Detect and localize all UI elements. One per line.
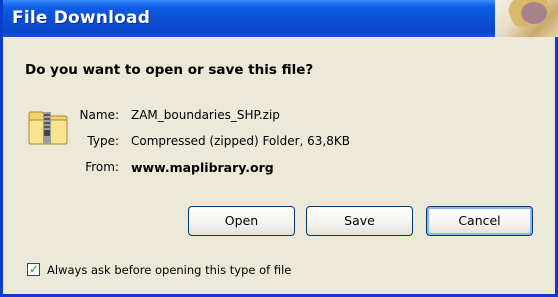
checkmark-icon: ✓ [29, 262, 40, 276]
always-ask-checkbox[interactable]: ✓ [27, 262, 40, 276]
file-download-dialog: File Download Do you want to open or sav… [0, 0, 558, 297]
cancel-button[interactable]: Cancel [426, 206, 533, 236]
desktop-wallpaper-shape [521, 2, 547, 24]
file-type-value: Compressed (zipped) Folder, 63,8KB [131, 134, 350, 148]
zip-folder-icon [28, 111, 68, 145]
always-ask-label[interactable]: Always ask before opening this type of f… [47, 263, 291, 277]
name-label: Name: [79, 108, 119, 122]
file-name-value: ZAM_boundaries_SHP.zip [131, 108, 280, 122]
dialog-question: Do you want to open or save this file? [25, 62, 314, 78]
desktop-background [495, 0, 558, 37]
type-label: Type: [87, 134, 119, 148]
from-label: From: [85, 160, 119, 174]
window-title: File Download [12, 8, 151, 28]
save-button[interactable]: Save [306, 206, 413, 236]
title-bar[interactable]: File Download [3, 0, 558, 37]
file-source-value: www.maplibrary.org [131, 160, 274, 175]
open-button[interactable]: Open [188, 206, 295, 236]
